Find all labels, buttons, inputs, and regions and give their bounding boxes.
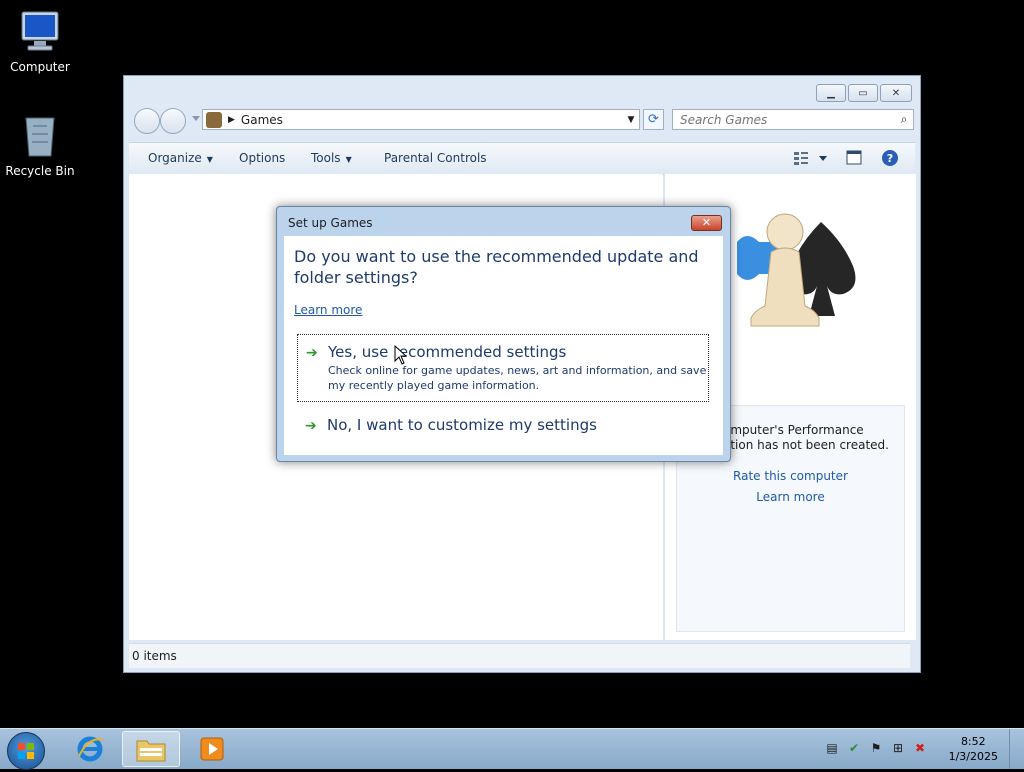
clock-date: 1/3/2025 — [948, 750, 998, 763]
preview-pane-icon — [846, 150, 862, 165]
games-folder-icon — [206, 111, 222, 128]
status-bar: 0 items — [129, 643, 910, 668]
mouse-cursor-icon — [394, 345, 408, 365]
green-arrow-icon: ➔ — [306, 345, 318, 361]
folder-icon — [136, 740, 166, 762]
dialog-body: Do you want to use the recommended updat… — [284, 236, 723, 455]
recycle-bin-icon — [16, 112, 64, 160]
games-artwork — [723, 202, 893, 352]
help-button[interactable]: ? — [881, 149, 899, 167]
option-description: Check online for game updates, news, art… — [328, 364, 707, 392]
chevron-down-icon: ▼ — [206, 155, 213, 164]
green-arrow-icon: ➔ — [305, 418, 317, 434]
clock-time: 8:52 — [960, 735, 986, 748]
parental-controls-button[interactable]: Parental Controls — [384, 143, 487, 174]
taskbar-media-player[interactable] — [184, 731, 240, 767]
svg-text:?: ? — [887, 152, 893, 165]
windows-logo-icon — [18, 743, 34, 759]
chevron-down-icon: ▼ — [345, 155, 352, 164]
breadcrumb-games[interactable]: Games — [241, 113, 623, 127]
search-icon[interactable]: ⌕ — [895, 112, 913, 127]
forward-button[interactable] — [160, 108, 186, 134]
performance-text-line2: ation has not been created. — [723, 438, 889, 452]
learn-more-link[interactable]: Learn more — [294, 303, 362, 317]
options-label: Options — [239, 151, 286, 165]
command-bar: Organize ▼ Options Tools ▼ Parental Contro… — [129, 142, 915, 175]
breadcrumb-separator-icon[interactable]: ▶ — [228, 115, 235, 125]
performance-text-line1: omputer's Performance — [723, 423, 864, 437]
navigation-bar: ▶ Games ▼ ⟳ ⌕ — [132, 107, 914, 134]
media-player-icon — [200, 737, 224, 761]
organize-label: Organize — [148, 151, 202, 165]
maximize-button[interactable]: ▭ — [848, 84, 878, 102]
start-button[interactable] — [7, 732, 45, 770]
search-input[interactable] — [673, 111, 895, 128]
options-button[interactable]: Options — [239, 143, 285, 174]
search-box[interactable]: ⌕ — [672, 109, 914, 130]
refresh-button[interactable]: ⟳ — [643, 109, 664, 130]
security-icon[interactable]: ✔ — [846, 741, 862, 757]
parental-controls-label: Parental Controls — [384, 151, 487, 165]
recommended-settings-option[interactable]: ➔ Yes, use recommended settings Check on… — [297, 334, 709, 402]
network-icon[interactable]: ⊞ — [890, 741, 906, 757]
performance-text: omputer's Performance ation has not been… — [723, 423, 903, 453]
dialog-question: Do you want to use the recommended updat… — [294, 247, 699, 287]
minimize-button[interactable]: ▁ — [816, 84, 846, 102]
dialog-close-button[interactable]: ✕ — [691, 215, 722, 231]
dialog-title: Set up Games — [288, 216, 373, 230]
preview-pane-button[interactable] — [845, 149, 863, 167]
taskbar: ▤ ✔ ⚑ ⊞ ✖ 8:52 1/3/2025 — [0, 728, 1024, 770]
help-icon: ? — [882, 150, 898, 166]
document-icon[interactable]: ▤ — [824, 741, 840, 757]
desktop-icon-recycle-bin[interactable]: Recycle Bin — [0, 112, 80, 178]
action-center-flag-icon[interactable]: ⚑ — [868, 741, 884, 757]
system-clock[interactable]: 8:52 1/3/2025 — [949, 734, 998, 764]
details-learn-more-link[interactable]: Learn more — [677, 490, 904, 504]
taskbar-windows-explorer[interactable] — [122, 731, 180, 767]
tools-menu[interactable]: Tools ▼ — [311, 143, 352, 174]
volume-muted-icon[interactable]: ✖ — [912, 741, 928, 757]
views-icon — [794, 152, 827, 165]
close-button[interactable]: ✕ — [880, 84, 912, 102]
back-button[interactable] — [134, 108, 160, 134]
taskbar-internet-explorer[interactable] — [62, 731, 118, 767]
option-title: Yes, use recommended settings — [328, 343, 567, 361]
rate-this-computer-link[interactable]: Rate this computer — [677, 469, 904, 483]
desktop-icon-label: Recycle Bin — [5, 164, 75, 178]
notification-area: ▤ ✔ ⚑ ⊞ ✖ — [824, 741, 928, 757]
show-desktop-button[interactable] — [1009, 729, 1024, 769]
item-count: 0 items — [132, 649, 177, 663]
organize-menu[interactable]: Organize ▼ — [148, 143, 213, 174]
computer-icon — [16, 8, 64, 56]
views-button[interactable] — [792, 149, 832, 167]
customize-settings-option[interactable]: ➔ No, I want to customize my settings — [297, 408, 709, 444]
tools-label: Tools — [311, 151, 341, 165]
address-dropdown-icon[interactable]: ▼ — [623, 115, 639, 125]
internet-explorer-icon — [77, 736, 104, 762]
recent-pages-dropdown-icon[interactable] — [192, 116, 200, 121]
setup-games-dialog: Set up Games ✕ Do you want to use the re… — [276, 206, 731, 462]
caption-buttons: ▁ ▭ ✕ — [816, 84, 912, 102]
address-bar[interactable]: ▶ Games ▼ — [202, 109, 640, 130]
desktop-icon-computer[interactable]: Computer — [0, 8, 80, 74]
option-title: No, I want to customize my settings — [327, 416, 597, 434]
desktop-icon-label: Computer — [10, 60, 70, 74]
